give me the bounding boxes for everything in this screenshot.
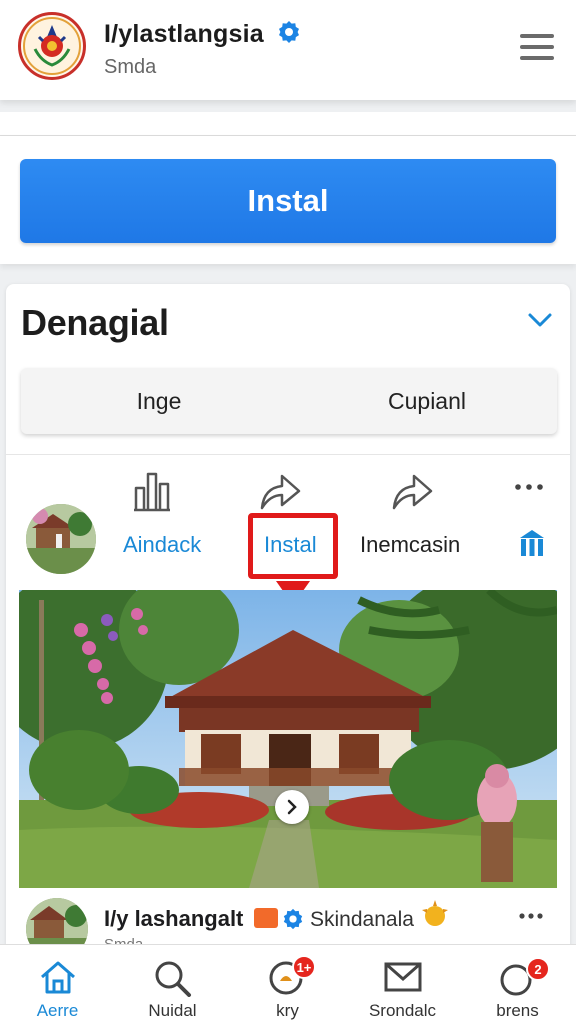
post-author-name[interactable]: I/y lashangalt — [104, 906, 243, 932]
nav-item-notifications[interactable]: 1+ kry — [230, 945, 345, 1024]
search-icon — [155, 961, 191, 997]
like-action-label[interactable]: Aindack — [123, 532, 201, 558]
chevron-down-icon[interactable] — [524, 304, 556, 336]
nav-item-profile[interactable]: 2 brens — [460, 945, 575, 1024]
chevron-right-icon — [287, 799, 297, 815]
post-extra-label: Skindanala — [310, 908, 414, 931]
verified-badge-icon — [278, 21, 299, 43]
nav-label-search: Nuidal — [148, 1001, 197, 1020]
nav-item-home[interactable]: Aerre — [0, 945, 115, 1024]
notification-badge: 1+ — [292, 955, 316, 979]
mail-icon — [384, 962, 421, 992]
segment-option-cupianl[interactable]: Cupianl — [297, 368, 557, 434]
hamburger-menu-icon[interactable] — [516, 30, 558, 66]
emblem-logo — [18, 12, 86, 80]
share-arrow-icon[interactable] — [258, 472, 302, 512]
bottom-navigation: Aerre Nuidal 1+ kry Srondalc 2 brens — [0, 944, 576, 1024]
avatar[interactable] — [26, 504, 96, 574]
app-header: I/ylastlangsia Smda — [0, 0, 576, 100]
more-options-icon[interactable] — [518, 912, 544, 920]
sun-emoji-icon — [422, 900, 448, 926]
card-divider — [6, 454, 570, 455]
post-photo[interactable] — [19, 590, 557, 888]
install-section: Instal — [0, 136, 576, 264]
app-title-text: I/ylastlangsia — [104, 20, 264, 48]
segment-toggle: Inge Cupianl — [21, 368, 557, 434]
app-title: I/ylastlangsia — [104, 20, 301, 49]
next-photo-button[interactable] — [275, 790, 309, 824]
bank-icon[interactable] — [518, 528, 546, 558]
share-action-label[interactable]: Inemcasin — [360, 532, 460, 558]
feed-card: Denagial Inge Cupianl Aindack Instal Ine… — [6, 284, 570, 984]
app-subtitle: Smda — [104, 56, 157, 78]
profile-badge: 2 — [526, 957, 550, 981]
highlight-box — [248, 513, 338, 579]
nav-item-search[interactable]: Nuidal — [115, 945, 230, 1024]
divider-band — [0, 112, 576, 136]
app-screen: I/ylastlangsia Smda Instal Denagial Inge… — [0, 0, 576, 1024]
forward-arrow-icon[interactable] — [390, 472, 434, 512]
verified-badge-icon — [283, 908, 303, 930]
nav-label-messages: Srondalc — [368, 1001, 437, 1020]
more-options-icon[interactable] — [514, 482, 544, 492]
sponsored-badge-icon — [254, 908, 278, 928]
nav-label-notifications: kry — [276, 1001, 299, 1020]
nav-label-profile: brens — [496, 1001, 539, 1020]
nav-label-home: Aerre — [36, 1001, 79, 1020]
segment-option-inge[interactable]: Inge — [21, 368, 297, 434]
install-button[interactable]: Instal — [20, 159, 556, 243]
card-title: Denagial — [21, 302, 169, 343]
home-icon — [40, 961, 75, 994]
bar-chart-icon[interactable] — [130, 470, 174, 514]
nav-item-messages[interactable]: Srondalc — [345, 945, 460, 1024]
